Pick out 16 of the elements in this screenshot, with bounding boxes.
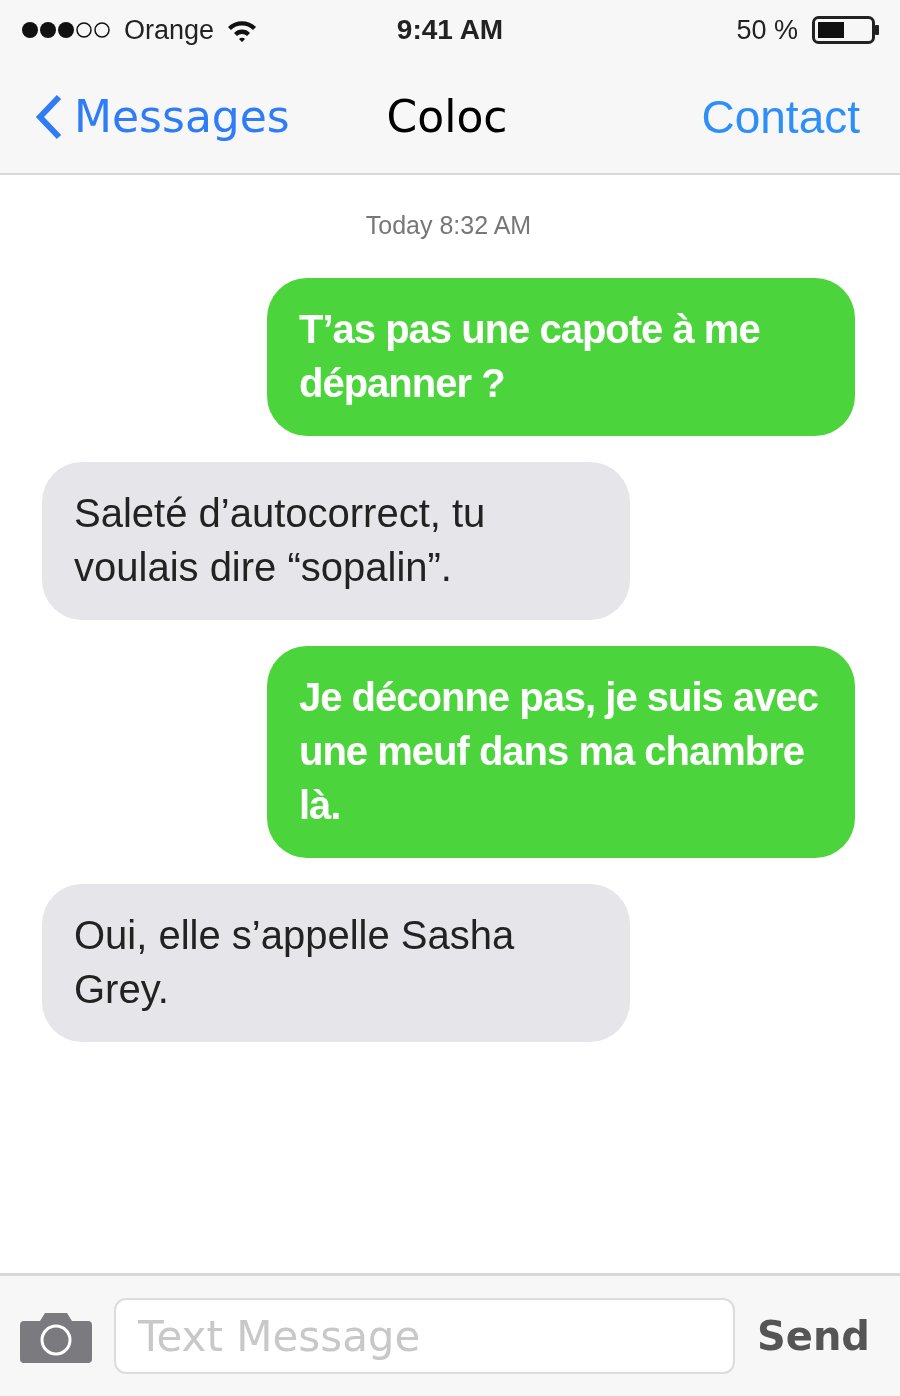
clock-time: 9:41 AM bbox=[396, 14, 504, 46]
received-message-bubble: Oui, elle s’appelle Sasha Grey. bbox=[42, 884, 630, 1042]
conversation-title: Coloc bbox=[386, 91, 508, 142]
back-button[interactable]: Messages bbox=[34, 91, 387, 142]
message-timestamp: Today 8:32 AM bbox=[365, 211, 532, 240]
signal-icon bbox=[20, 20, 112, 40]
wifi-icon bbox=[226, 18, 259, 42]
received-message-bubble: Saleté d’autocorrect, tu voulais dire “sopalin”. bbox=[42, 462, 630, 620]
send-button[interactable]: Send bbox=[756, 1313, 870, 1359]
contact-button[interactable]: Contact bbox=[701, 89, 860, 144]
carrier-name: Orange bbox=[124, 14, 215, 46]
sent-message-bubble: Je déconne pas, je suis avec une meuf dans ma chambre là. bbox=[267, 646, 855, 858]
battery-icon bbox=[812, 16, 880, 44]
back-chevron-icon bbox=[34, 92, 64, 141]
battery-percent: 50 % bbox=[736, 14, 798, 46]
sent-message-bubble: T’as pas une capote à me dépanner ? bbox=[267, 278, 855, 436]
